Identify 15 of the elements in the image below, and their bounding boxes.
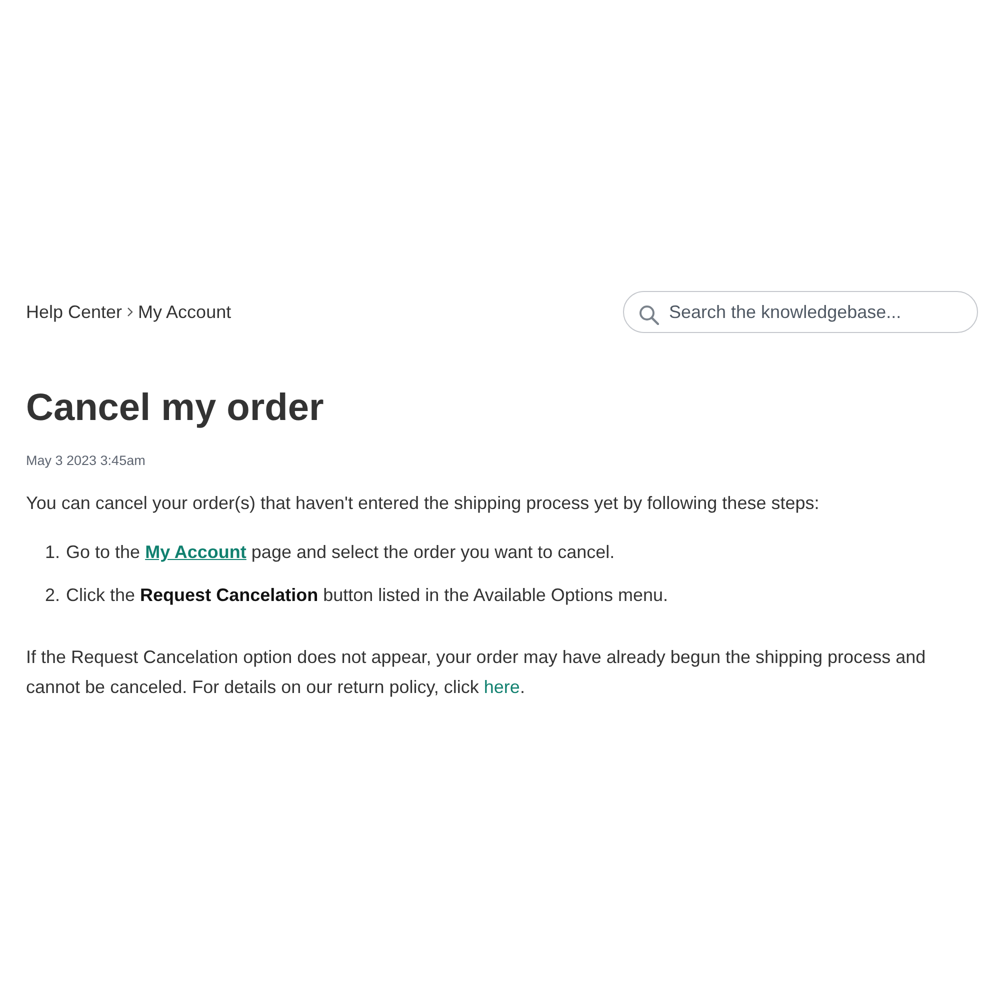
article-date: May 3 2023 3:45am	[26, 453, 146, 468]
intro-paragraph: You can cancel your order(s) that haven't entered the shipping process yet by following these steps:	[26, 492, 820, 515]
step-number: 1.	[45, 541, 60, 564]
search-icon	[639, 305, 659, 325]
step-text: Go to the My Account page and select the order you want to cancel.	[66, 541, 615, 564]
breadcrumb-link[interactable]: My Account	[138, 302, 232, 322]
account-link[interactable]: My Account	[145, 542, 246, 562]
step-text: Click the Request Cancelation button listed in the Available Options menu.	[66, 584, 668, 607]
breadcrumb-link[interactable]: Help Center	[26, 302, 122, 322]
step-number: 2.	[45, 584, 60, 607]
chevron-right-icon	[127, 307, 134, 317]
return-policy-link[interactable]: here	[484, 677, 520, 697]
search-field[interactable]: Search the knowledgebase...	[623, 291, 978, 333]
note-paragraph: If the Request Cancelation option does not appear, your order may have already begun the shipping process and cannot be canceled. For details on our return policy, click here.	[26, 646, 927, 699]
article-title: Cancel my order	[26, 386, 324, 431]
